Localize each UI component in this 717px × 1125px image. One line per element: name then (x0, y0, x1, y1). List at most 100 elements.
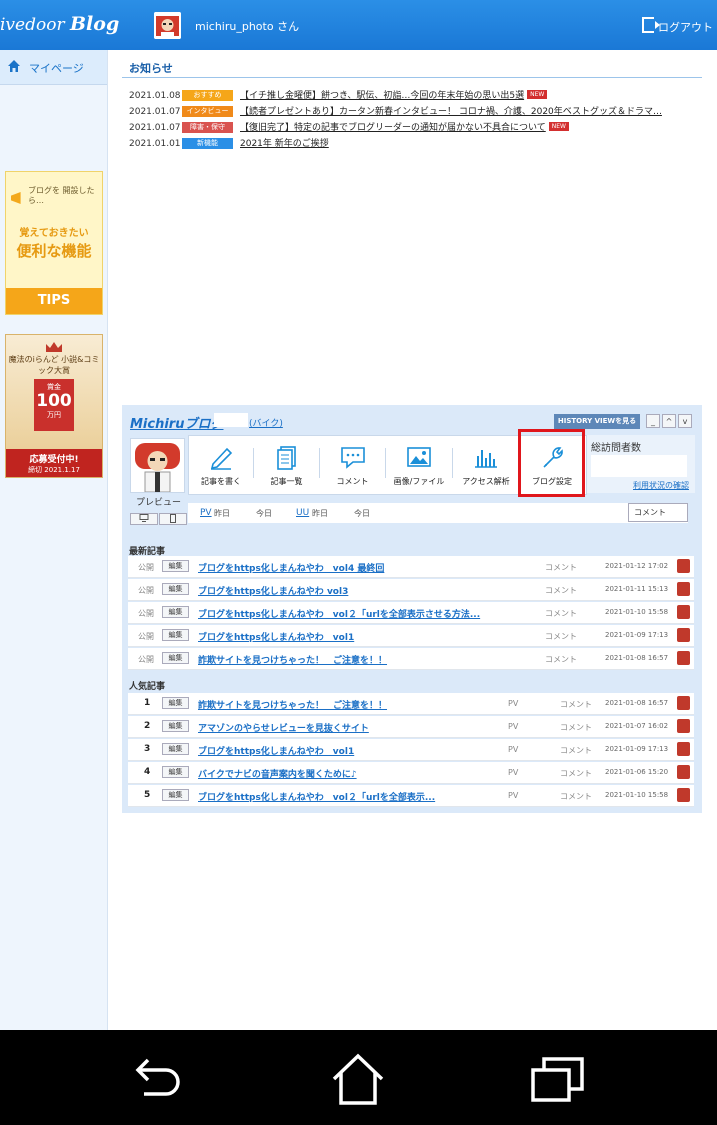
notice-tag: おすすめ (182, 90, 233, 101)
crown-icon (46, 342, 62, 352)
article-date: 2021-01-10 15:58 (605, 608, 669, 616)
notice-date: 2021.01.08 (129, 91, 181, 101)
home-nav-icon[interactable] (330, 1052, 386, 1108)
user-avatar[interactable] (154, 12, 181, 39)
comment-count: コメント (560, 746, 592, 755)
notice-link[interactable]: 【復旧完了】特定の記事でブログリーダーの通知が届かない不具合について (240, 123, 546, 133)
comment-tool-button[interactable]: コメント (320, 436, 385, 494)
history-view-button[interactable]: HISTORY VIEWを見る (554, 414, 640, 429)
award-banner[interactable]: 魔法のiらんど 小説&コミック大賞 賞金 100 万円 応募受付中! 締切 20… (5, 334, 103, 478)
notice-date: 2021.01.07 (129, 107, 181, 117)
edit-button[interactable]: 編集 (162, 560, 189, 572)
notice-date: 2021.01.07 (129, 123, 181, 133)
chevron-up-icon[interactable]: ^ (662, 414, 676, 428)
phone-icon (170, 514, 176, 523)
article-date: 2021-01-08 16:57 (605, 654, 669, 662)
edit-button[interactable]: 編集 (162, 743, 189, 755)
edit-button[interactable]: 編集 (162, 766, 189, 778)
access-analysis-button[interactable]: アクセス解析 (453, 436, 519, 494)
article-title-link[interactable]: 詐欺サイトを見つけちゃった！ ご注意を！！ (198, 653, 387, 666)
recent-article-row: 公開 編集 ブログをhttps化しまんねやわ vol２「urlを全部表示させる方法.… (128, 602, 694, 624)
article-title-link[interactable]: ブログをhttps化しまんねやわ vol1 (198, 744, 354, 757)
blog-category-link[interactable]: (バイク) (249, 416, 283, 429)
write-article-button[interactable]: 記事を書く (189, 436, 253, 494)
tips-button[interactable]: TIPS (6, 288, 102, 314)
notice-link[interactable]: 【イチ推し金曜便】餅つき、駅伝、初詣…今回の年末年始の思い出5選 (240, 91, 524, 101)
article-date: 2021-01-12 17:02 (605, 562, 669, 570)
livedoor-blog-logo[interactable]: ivedoor Blog (0, 13, 119, 35)
pv-count: PV (508, 791, 519, 800)
sidebar-item-mypage[interactable]: マイページ (0, 50, 107, 85)
back-arrow-icon[interactable] (130, 1052, 186, 1108)
uu-link[interactable]: UU (296, 508, 309, 518)
award-footer-text: 応募受付中! (29, 455, 79, 465)
blog-panel: Michiruブログ (バイク) HISTORY VIEWを見る _ ^ v 記… (122, 405, 702, 813)
article-title-link[interactable]: バイクでナビの音声案内を聞くために♪ (198, 767, 357, 780)
usage-link[interactable]: 利用状況の確認 (633, 480, 689, 491)
article-title-link[interactable]: アマゾンのやらせレビューを見抜くサイト (198, 721, 369, 734)
notice-link[interactable]: 2021年 新年のご挨拶 (240, 139, 329, 149)
mobile-preview-button[interactable] (159, 513, 187, 525)
logout-button[interactable]: ログアウト (642, 17, 713, 35)
edit-button[interactable]: 編集 (162, 652, 189, 664)
tips-big-text: 便利な機能 (16, 242, 92, 260)
logout-icon (642, 17, 660, 33)
pv-link[interactable]: PV (200, 508, 212, 518)
article-rank: 3 (144, 744, 151, 754)
popular-articles-title: 人気記事 (129, 682, 166, 692)
minimize-button[interactable]: _ (646, 414, 660, 428)
megaphone-icon (11, 192, 21, 204)
stats-bar: PV 昨日 今日 UU 昨日 今日 (188, 503, 688, 523)
article-rank: 5 (144, 790, 151, 800)
author-avatar-icon (677, 582, 690, 596)
recent-apps-icon[interactable] (530, 1052, 586, 1108)
notice-link[interactable]: 【読者プレゼントあり】カータン新春インタビュー！ コロナ禍、介護、2020年ベス… (240, 107, 662, 117)
blog-name-link[interactable]: Michiruブログ (130, 413, 223, 432)
edit-button[interactable]: 編集 (162, 606, 189, 618)
desktop-preview-button[interactable] (130, 513, 158, 525)
blog-avatar[interactable] (130, 438, 185, 493)
mypage-label: マイページ (29, 62, 84, 75)
article-title-link[interactable]: ブログをhttps化しまんねやわ vol２「urlを全部表示... (198, 790, 435, 803)
tips-top-text: ブログを 開設したら… (28, 186, 95, 205)
author-avatar-icon (677, 765, 690, 779)
prize-amount: 100 (36, 391, 72, 411)
article-list-button[interactable]: 記事一覧 (254, 436, 319, 494)
article-rank: 1 (144, 698, 151, 708)
article-date: 2021-01-09 17:13 (605, 631, 669, 639)
author-avatar-icon (677, 788, 690, 802)
edit-button[interactable]: 編集 (162, 789, 189, 801)
image-file-button[interactable]: 画像/ファイル (386, 436, 452, 494)
article-title-link[interactable]: ブログをhttps化しまんねやわ vol4 最終回 (198, 561, 384, 574)
article-title-link[interactable]: 詐欺サイトを見つけちゃった！ ご注意を！！ (198, 698, 387, 711)
notice-title: お知らせ (129, 62, 173, 75)
article-title-link[interactable]: ブログをhttps化しまんねやわ vol1 (198, 630, 354, 643)
comment-filter-button[interactable]: コメント (628, 503, 688, 522)
chevron-down-icon[interactable]: v (678, 414, 692, 428)
article-status: 公開 (138, 563, 154, 572)
edit-button[interactable]: 編集 (162, 629, 189, 641)
recent-article-row: 公開 編集 詐欺サイトを見つけちゃった！ ご注意を！！ コメント 2021-01-08 … (128, 648, 694, 670)
visits-count (591, 455, 687, 477)
article-date: 2021-01-08 16:57 (605, 699, 669, 707)
edit-button[interactable]: 編集 (162, 720, 189, 732)
award-prize: 賞金 100 万円 (34, 379, 74, 431)
logout-label: ログアウト (658, 21, 713, 34)
pv-today-label: 今日 (256, 509, 272, 518)
article-date: 2021-01-06 15:20 (605, 768, 669, 776)
article-title-link[interactable]: ブログをhttps化しまんねやわ vol3 (198, 584, 348, 597)
notice-item: 2021.01.07 障害・保守 【復旧完了】特定の記事でブログリーダーの通知が届か… (129, 120, 662, 136)
article-title-link[interactable]: ブログをhttps化しまんねやわ vol２「urlを全部表示させる方法... (198, 607, 480, 620)
edit-button[interactable]: 編集 (162, 583, 189, 595)
bar-chart-icon (475, 450, 497, 468)
pv-count: PV (508, 722, 519, 731)
username[interactable]: michiru_photo さん (195, 18, 299, 34)
android-nav-bar (0, 1030, 717, 1125)
comment-count: コメント (545, 655, 577, 664)
notice-header: お知らせ (122, 57, 702, 78)
author-avatar-icon (677, 719, 690, 733)
recent-article-row: 公開 編集 ブログをhttps化しまんねやわ vol4 最終回 コメント 2021-01… (128, 556, 694, 578)
write-article-label: 記事を書く (201, 477, 241, 486)
tips-banner[interactable]: ブログを 開設したら… 覚えておきたい 便利な機能 TIPS (5, 171, 103, 315)
edit-button[interactable]: 編集 (162, 697, 189, 709)
